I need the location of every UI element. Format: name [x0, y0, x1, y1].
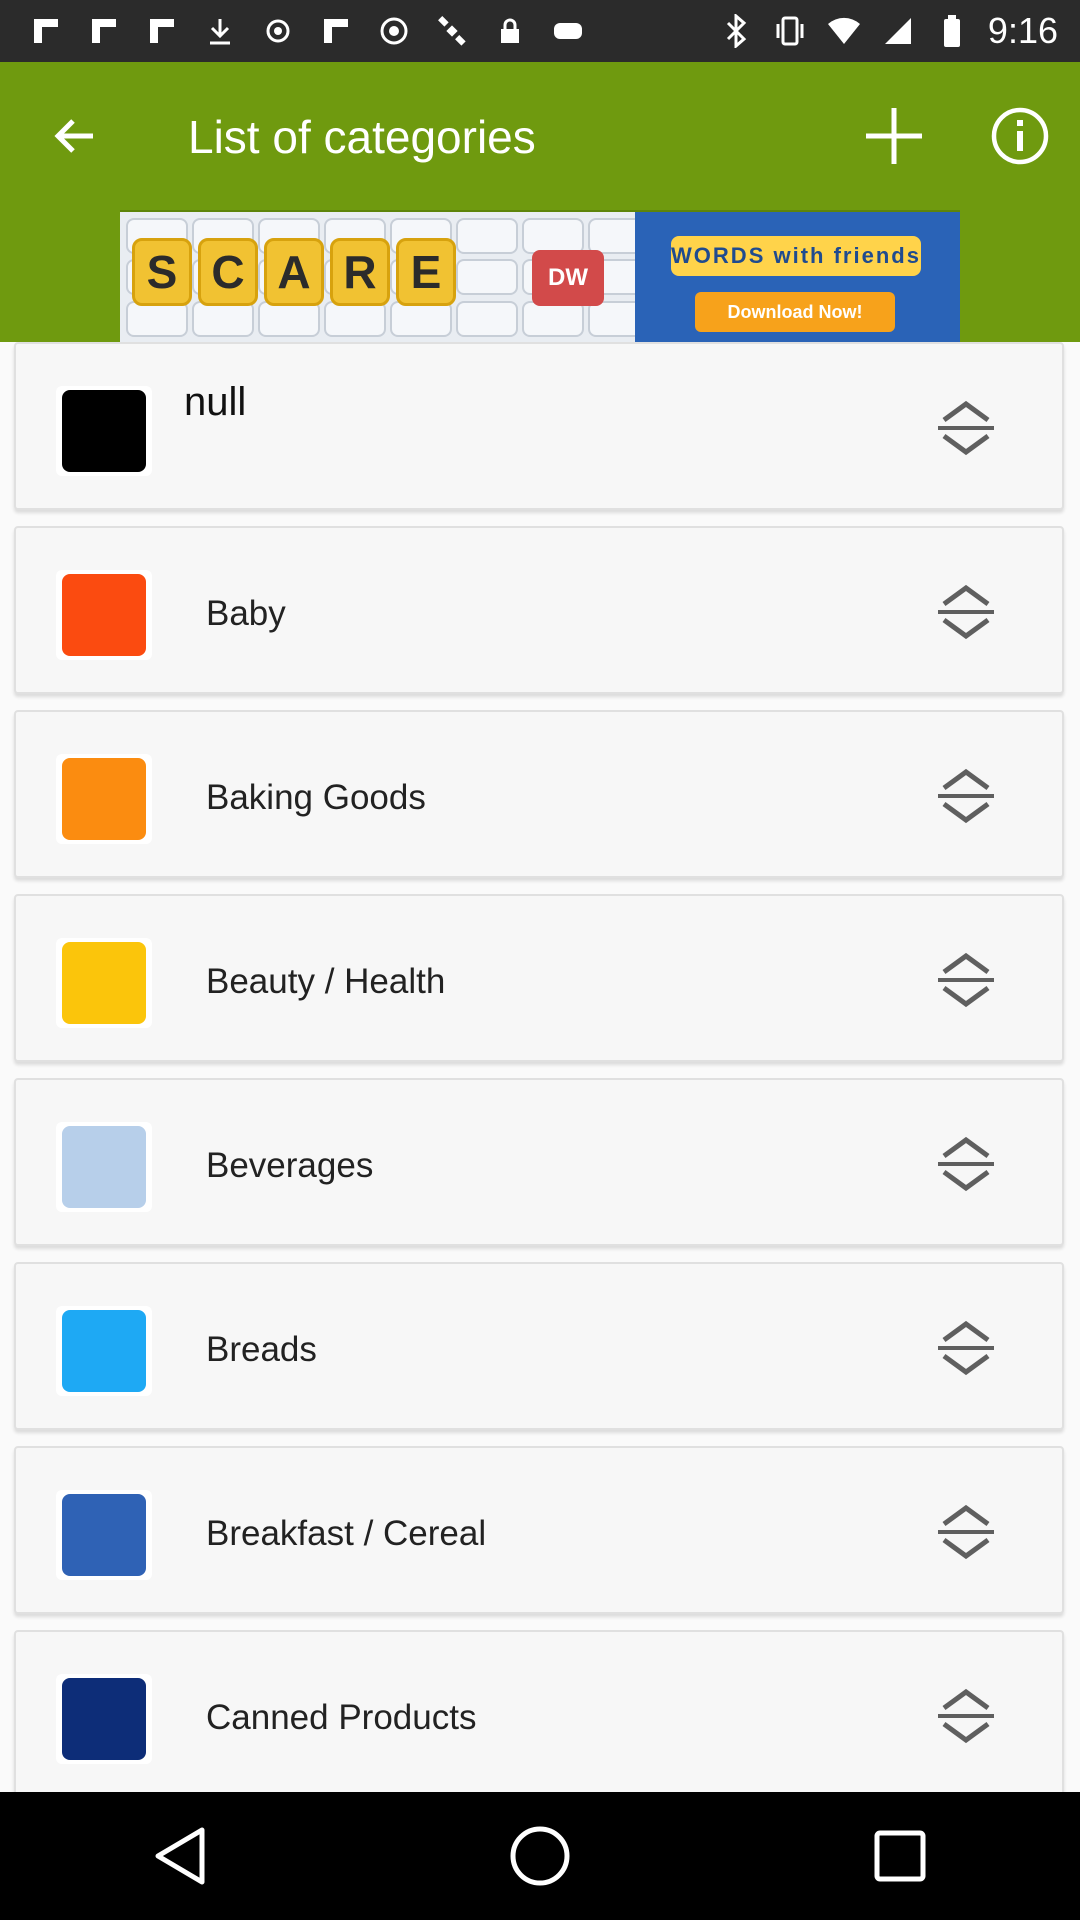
category-name: Baby — [206, 594, 286, 633]
color-swatch-fill — [62, 390, 146, 472]
flipboard-icon — [86, 13, 122, 49]
cell-signal-icon — [880, 13, 916, 49]
color-swatch-fill — [62, 1494, 146, 1576]
category-row[interactable]: Breads — [14, 1262, 1064, 1430]
vibrate-icon — [772, 13, 808, 49]
drag-handle-icon — [938, 1320, 994, 1376]
ad-letter-tile: C — [198, 238, 258, 306]
nav-recents-button[interactable] — [840, 1806, 960, 1906]
ad-banner-area: S C A R E DW WORDS with friends Download… — [0, 210, 1080, 342]
color-swatch-fill — [62, 1126, 146, 1208]
color-swatch-fill — [62, 1678, 146, 1760]
color-swatch[interactable] — [56, 938, 152, 1028]
category-row[interactable]: Breakfast / Cereal — [14, 1446, 1064, 1614]
nav-home-button[interactable] — [480, 1806, 600, 1906]
color-swatch-fill — [62, 942, 146, 1024]
reorder-handle[interactable] — [928, 1126, 1004, 1202]
category-name: Baking Goods — [206, 778, 426, 817]
circle-home-icon — [510, 1826, 570, 1886]
screen: 9:16 List of categories S C A R E DW WOR… — [0, 0, 1080, 1920]
wifi-icon — [826, 13, 862, 49]
category-name: Breakfast / Cereal — [206, 1514, 487, 1553]
ad-word-tiles: S C A R E — [132, 238, 456, 306]
download-icon — [202, 13, 238, 49]
status-left-icons — [0, 13, 586, 49]
ad-letter-tile: A — [264, 238, 324, 306]
category-list: null Baby Baking Goods Beauty / Health B… — [0, 342, 1080, 1792]
drag-handle-icon — [938, 768, 994, 824]
ad-letter-tile: E — [396, 238, 456, 306]
back-button[interactable] — [40, 102, 108, 170]
color-swatch[interactable] — [56, 1490, 152, 1580]
drag-handle-icon — [938, 584, 994, 640]
ad-brand-panel: WORDS with friends Download Now! — [635, 212, 960, 342]
battery-icon — [934, 13, 970, 49]
triangle-back-icon — [155, 1827, 205, 1885]
category-row[interactable]: null — [14, 342, 1064, 510]
color-swatch[interactable] — [56, 386, 152, 476]
ad-dw-tile: DW — [532, 250, 604, 306]
color-swatch-fill — [62, 758, 146, 840]
vpn-icon — [376, 13, 412, 49]
reorder-handle[interactable] — [928, 1310, 1004, 1386]
color-swatch[interactable] — [56, 1306, 152, 1396]
category-name: Breads — [206, 1330, 317, 1369]
arrow-back-icon — [54, 119, 93, 153]
color-swatch-fill — [62, 1310, 146, 1392]
square-recents-icon — [874, 1830, 926, 1882]
color-swatch[interactable] — [56, 754, 152, 844]
drag-handle-icon — [938, 952, 994, 1008]
category-name: Beverages — [206, 1146, 374, 1185]
flipboard-icon — [28, 13, 64, 49]
app-bar: List of categories — [0, 62, 1080, 210]
category-name: Canned Products — [206, 1698, 477, 1737]
status-right-icons: 9:16 — [718, 10, 1080, 52]
bluetooth-icon — [718, 13, 754, 49]
ad-letter-tile: S — [132, 238, 192, 306]
color-swatch[interactable] — [56, 1122, 152, 1212]
flipboard-icon — [318, 13, 354, 49]
drag-handle-icon — [938, 400, 994, 456]
add-category-button[interactable] — [856, 98, 932, 174]
status-time: 9:16 — [987, 10, 1058, 51]
page-title: List of categories — [188, 111, 536, 163]
flipboard-icon — [144, 13, 180, 49]
category-row[interactable]: Baking Goods — [14, 710, 1064, 878]
ad-download-button[interactable]: Download Now! — [695, 292, 895, 332]
record-icon — [260, 13, 296, 49]
reorder-handle[interactable] — [928, 1494, 1004, 1570]
color-swatch-fill — [62, 574, 146, 656]
drag-handle-icon — [938, 1504, 994, 1560]
reorder-handle[interactable] — [928, 390, 1004, 466]
plus-icon — [866, 108, 922, 164]
category-name: null — [184, 380, 247, 424]
lock-icon — [492, 13, 528, 49]
game-controller-icon — [550, 13, 586, 49]
category-row[interactable]: Beverages — [14, 1078, 1064, 1246]
category-row[interactable]: Baby — [14, 526, 1064, 694]
status-bar: 9:16 — [0, 0, 1080, 62]
navigation-bar — [0, 1792, 1080, 1920]
reorder-handle[interactable] — [928, 574, 1004, 650]
ad-banner[interactable]: S C A R E DW WORDS with friends Download… — [120, 210, 960, 342]
reorder-handle[interactable] — [928, 758, 1004, 834]
nav-back-button[interactable] — [120, 1806, 240, 1906]
drag-handle-icon — [938, 1688, 994, 1744]
info-icon — [991, 107, 1049, 165]
color-swatch[interactable] — [56, 1674, 152, 1764]
reorder-handle[interactable] — [928, 1678, 1004, 1754]
satellite-icon — [434, 13, 470, 49]
color-swatch[interactable] — [56, 570, 152, 660]
category-name: Beauty / Health — [206, 962, 446, 1001]
drag-handle-icon — [938, 1136, 994, 1192]
category-row[interactable]: Canned Products — [14, 1630, 1064, 1792]
ad-letter-tile: R — [330, 238, 390, 306]
reorder-handle[interactable] — [928, 942, 1004, 1018]
info-button[interactable] — [982, 98, 1058, 174]
ad-logo: WORDS with friends — [671, 236, 921, 276]
category-row[interactable]: Beauty / Health — [14, 894, 1064, 1062]
